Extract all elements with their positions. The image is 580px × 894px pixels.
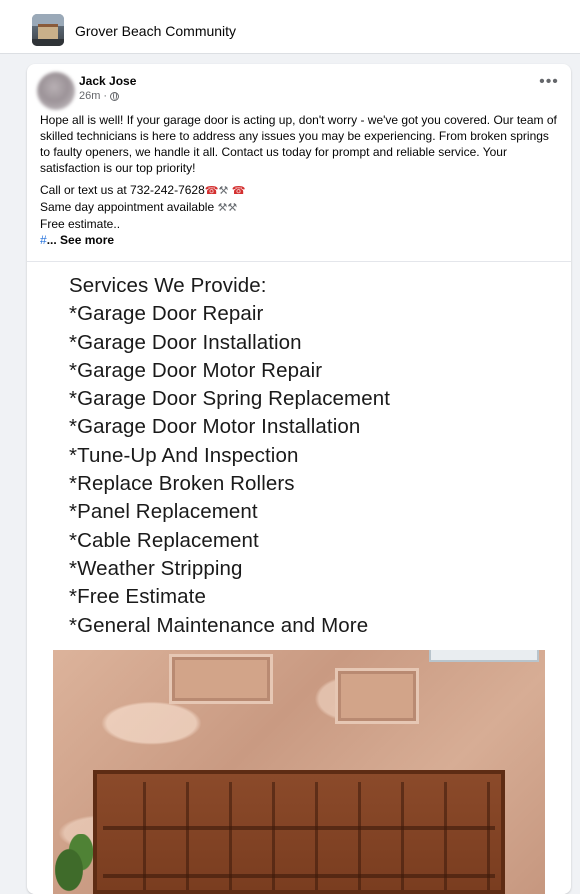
author-avatar[interactable] bbox=[37, 72, 75, 110]
post-card: Jack Jose 26m · ••• Hope all is well! If… bbox=[27, 64, 571, 894]
wall-vent bbox=[335, 668, 419, 724]
service-item: *Tune-Up And Inspection bbox=[69, 443, 299, 467]
service-item: *Garage Door Repair bbox=[69, 302, 264, 326]
service-item: *Garage Door Motor Installation bbox=[69, 415, 361, 439]
call-line: Call or text us at 732-242-7628☎⚒ ☎ bbox=[40, 182, 560, 199]
service-item: *General Maintenance and More bbox=[69, 613, 369, 637]
phone-icon: ☎ bbox=[204, 185, 219, 197]
group-name[interactable]: Grover Beach Community bbox=[75, 23, 236, 39]
service-item: *Cable Replacement bbox=[69, 528, 259, 552]
more-options-button[interactable]: ••• bbox=[539, 74, 559, 92]
service-item: *Replace Broken Rollers bbox=[69, 472, 295, 496]
same-day-line: Same day appointment available ⚒⚒ bbox=[40, 199, 560, 216]
wall-vent bbox=[169, 654, 273, 704]
same-day-text: Same day appointment available bbox=[40, 200, 215, 214]
window-ledge bbox=[429, 650, 539, 662]
services-list: Services We Provide: *Garage Door Repair… bbox=[69, 272, 390, 640]
post-time[interactable]: 26m bbox=[79, 90, 100, 102]
hashtag-link[interactable]: # bbox=[40, 233, 47, 247]
tools-icon: ⚒ bbox=[227, 202, 238, 214]
post-intro: Hope all is well! If your garage door is… bbox=[40, 113, 557, 175]
estimate-line: Free estimate.. bbox=[40, 217, 121, 231]
service-item: *Garage Door Installation bbox=[69, 330, 302, 354]
post-meta: 26m · bbox=[79, 90, 120, 102]
post-text: Hope all is well! If your garage door is… bbox=[40, 112, 560, 248]
tools-icon: ⚒ bbox=[217, 202, 228, 214]
post-image[interactable]: Services We Provide: *Garage Door Repair… bbox=[27, 262, 571, 894]
services-heading: Services We Provide: bbox=[69, 274, 267, 297]
service-item: *Garage Door Motor Repair bbox=[69, 358, 323, 382]
meta-separator: · bbox=[103, 90, 108, 102]
door-panels bbox=[103, 782, 495, 890]
globe-icon bbox=[110, 91, 120, 101]
author-name[interactable]: Jack Jose bbox=[79, 74, 136, 88]
plant bbox=[53, 834, 93, 894]
service-item: *Free Estimate bbox=[69, 585, 206, 609]
call-text: Call or text us at 732-242-7628 bbox=[40, 183, 205, 197]
service-item: *Weather Stripping bbox=[69, 556, 243, 580]
group-header: Grover Beach Community bbox=[0, 0, 580, 54]
garage-photo bbox=[53, 650, 545, 894]
service-item: *Garage Door Spring Replacement bbox=[69, 387, 391, 411]
tools-icon: ⚒ bbox=[218, 185, 229, 197]
see-more-button[interactable]: ... See more bbox=[47, 233, 114, 247]
phone-icon: ☎ bbox=[231, 185, 246, 197]
garage-door bbox=[93, 770, 505, 894]
see-more-line: #... See more bbox=[40, 232, 560, 248]
group-avatar[interactable] bbox=[32, 14, 64, 46]
service-item: *Panel Replacement bbox=[69, 500, 258, 524]
group-avatar-road bbox=[32, 39, 64, 46]
